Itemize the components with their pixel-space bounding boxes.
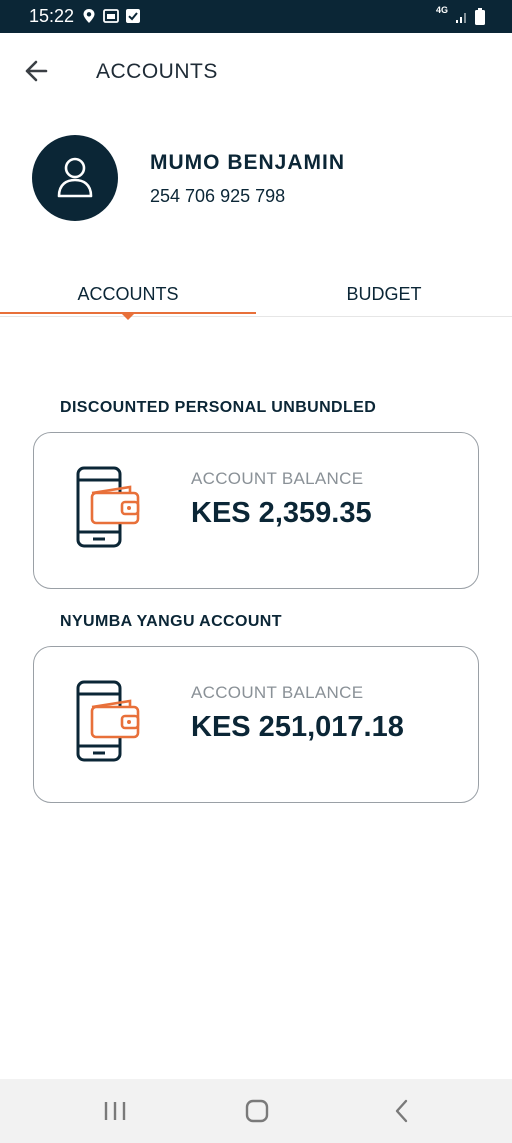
phone-wallet-icon [76, 466, 140, 548]
tab-budget[interactable]: BUDGET [256, 276, 512, 314]
location-pin-icon [83, 9, 95, 23]
checkbox-icon [126, 9, 140, 23]
app-header: ACCOUNTS [0, 33, 512, 109]
back-icon[interactable] [382, 1097, 422, 1125]
user-icon [57, 157, 93, 198]
balance-value: KES 251,017.18 [191, 711, 404, 743]
tab-bar: ACCOUNTS BUDGET [0, 276, 512, 320]
system-nav-bar [0, 1079, 512, 1143]
status-bar: 15:22 4G [0, 0, 512, 33]
recent-apps-icon[interactable] [95, 1097, 135, 1125]
account-name: DISCOUNTED PERSONAL UNBUNDLED [60, 399, 377, 416]
battery-icon [475, 8, 485, 25]
account-card[interactable]: ACCOUNT BALANCE KES 251,017.18 [33, 646, 479, 803]
user-phone: 254 706 925 798 [150, 186, 286, 206]
signal-icon [456, 13, 466, 23]
page-title: ACCOUNTS [96, 60, 218, 83]
status-time: 15:22 [29, 6, 75, 26]
arrow-left-icon[interactable] [20, 56, 54, 86]
home-icon[interactable] [237, 1097, 277, 1125]
balance-value: KES 2,359.35 [191, 497, 372, 529]
balance-label: ACCOUNT BALANCE [191, 469, 364, 488]
account-card[interactable]: ACCOUNT BALANCE KES 2,359.35 [33, 432, 479, 589]
avatar [32, 135, 118, 221]
tab-accounts[interactable]: ACCOUNTS [0, 276, 256, 314]
network-label: 4G [436, 5, 449, 15]
balance-label: ACCOUNT BALANCE [191, 683, 364, 702]
phone-wallet-icon [76, 680, 140, 762]
active-tab-caret [122, 314, 134, 320]
gallery-icon [103, 9, 119, 23]
account-name: NYUMBA YANGU ACCOUNT [60, 613, 282, 630]
user-name: MUMO BENJAMIN [150, 151, 345, 174]
